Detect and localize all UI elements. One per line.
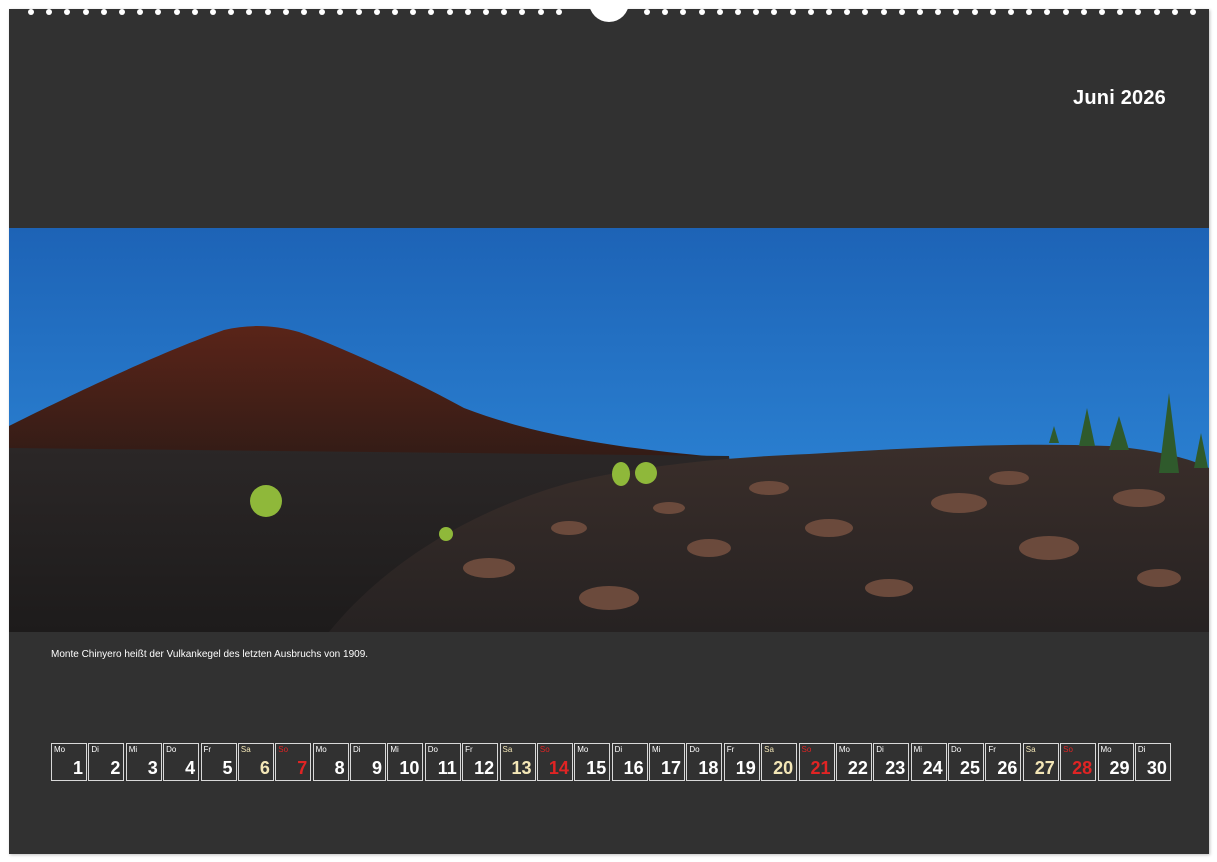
weekday-label: Sa [764,745,774,754]
weekday-label: Do [166,745,177,754]
weekday-label: So [1063,745,1073,754]
photo-caption: Monte Chinyero heißt der Vulkankegel des… [51,649,369,660]
day-number: 18 [698,758,719,778]
day-cell: Do 4 [163,743,200,781]
day-strip: Mo 1 Di 2 Mi 3 Do 4 Fr 5 Sa 6 So 7 Mo 8 Di 9 Mi 10 Do 11 Fr 12 S… [51,743,1171,781]
day-cell: Sa 20 [761,743,798,781]
day-number: 29 [1109,758,1130,778]
day-number: 20 [773,758,794,778]
day-number: 21 [810,758,831,778]
day-number: 1 [72,758,83,778]
day-number: 28 [1072,758,1093,778]
day-number: 11 [437,758,457,778]
day-number: 4 [185,758,196,778]
weekday-label: Mo [838,745,850,754]
day-cell: Do 11 [424,743,461,781]
day-number: 12 [474,758,495,778]
day-cell: So 28 [1060,743,1097,781]
weekday-label: Sa [1025,745,1036,754]
day-cell: Di 23 [873,743,910,781]
weekday-label: Mo [315,745,327,754]
day-number: 9 [371,758,382,778]
day-cell: Mo 22 [835,743,872,781]
day-number: 25 [959,758,980,778]
day-number: 17 [660,758,681,778]
weekday-label: Fr [465,745,473,754]
day-cell: Fr 5 [200,743,237,781]
day-cell: Do 18 [686,743,723,781]
day-number: 26 [997,758,1018,778]
day-number: 15 [586,758,607,778]
weekday-label: Mi [128,745,138,754]
weekday-label: Di [876,745,884,754]
day-number: 23 [885,758,906,778]
day-cell: So 14 [536,743,573,781]
day-number: 24 [922,758,943,778]
weekday-label: Mi [652,745,661,754]
weekday-label: Di [1137,745,1146,754]
day-number: 27 [1034,758,1055,778]
day-number: 6 [259,758,270,778]
volcano-landscape-image [9,228,1209,632]
day-cell: Fr 26 [985,743,1022,781]
day-cell: Sa 6 [237,743,274,781]
day-number: 2 [110,758,121,778]
day-number: 30 [1146,758,1167,778]
day-cell: Sa 27 [1022,743,1059,781]
weekday-label: Fr [726,745,735,754]
weekday-label: Di [353,745,361,754]
day-cell: Mi 10 [387,743,424,781]
weekday-label: Do [427,745,438,754]
day-cell: Fr 12 [462,743,499,781]
day-cell: Sa 13 [499,743,536,781]
day-cell: Mo 1 [51,743,87,781]
day-number: 8 [334,758,345,778]
day-cell: Mo 8 [312,743,349,781]
weekday-label: Fr [988,745,996,754]
day-cell: So 21 [798,743,835,781]
landscape-photo [9,228,1209,632]
day-cell: Fr 19 [723,743,760,781]
weekday-label: Mi [390,745,399,754]
day-cell: Di 16 [611,743,648,781]
weekday-label: Mo [54,745,66,754]
day-cell: Mo 15 [574,743,611,781]
day-cell: Di 9 [350,743,386,781]
weekday-label: Do [689,745,700,754]
day-cell: Mi 3 [125,743,162,781]
day-cell: Di 2 [88,743,125,781]
weekday-label: Sa [240,745,251,754]
day-cell: So 7 [275,743,312,781]
weekday-label: Di [91,745,99,754]
weekday-label: Sa [502,745,513,754]
weekday-label: Mi [913,745,923,754]
weekday-label: So [278,745,289,754]
weekday-label: Fr [203,745,212,754]
weekday-label: Mo [577,745,589,754]
day-number: 3 [147,758,158,778]
day-number: 16 [623,758,644,778]
day-number: 5 [222,758,233,778]
day-cell: Mo 29 [1097,743,1134,781]
weekday-label: Mo [1100,745,1112,754]
weekday-label: So [539,745,550,754]
day-number: 7 [297,758,308,778]
day-number: 22 [847,758,868,778]
day-number: 19 [735,758,756,778]
day-cell: Di 30 [1134,743,1171,781]
day-cell: Mi 17 [649,743,685,781]
day-number: 13 [511,758,532,778]
weekday-label: Do [951,745,962,754]
day-cell: Do 25 [948,743,984,781]
day-number: 10 [399,758,420,778]
weekday-label: So [801,745,812,754]
month-title: Juni 2026 [1073,87,1166,109]
weekday-label: Di [614,745,623,754]
day-number: 14 [548,758,569,778]
day-cell: Mi 24 [910,743,947,781]
